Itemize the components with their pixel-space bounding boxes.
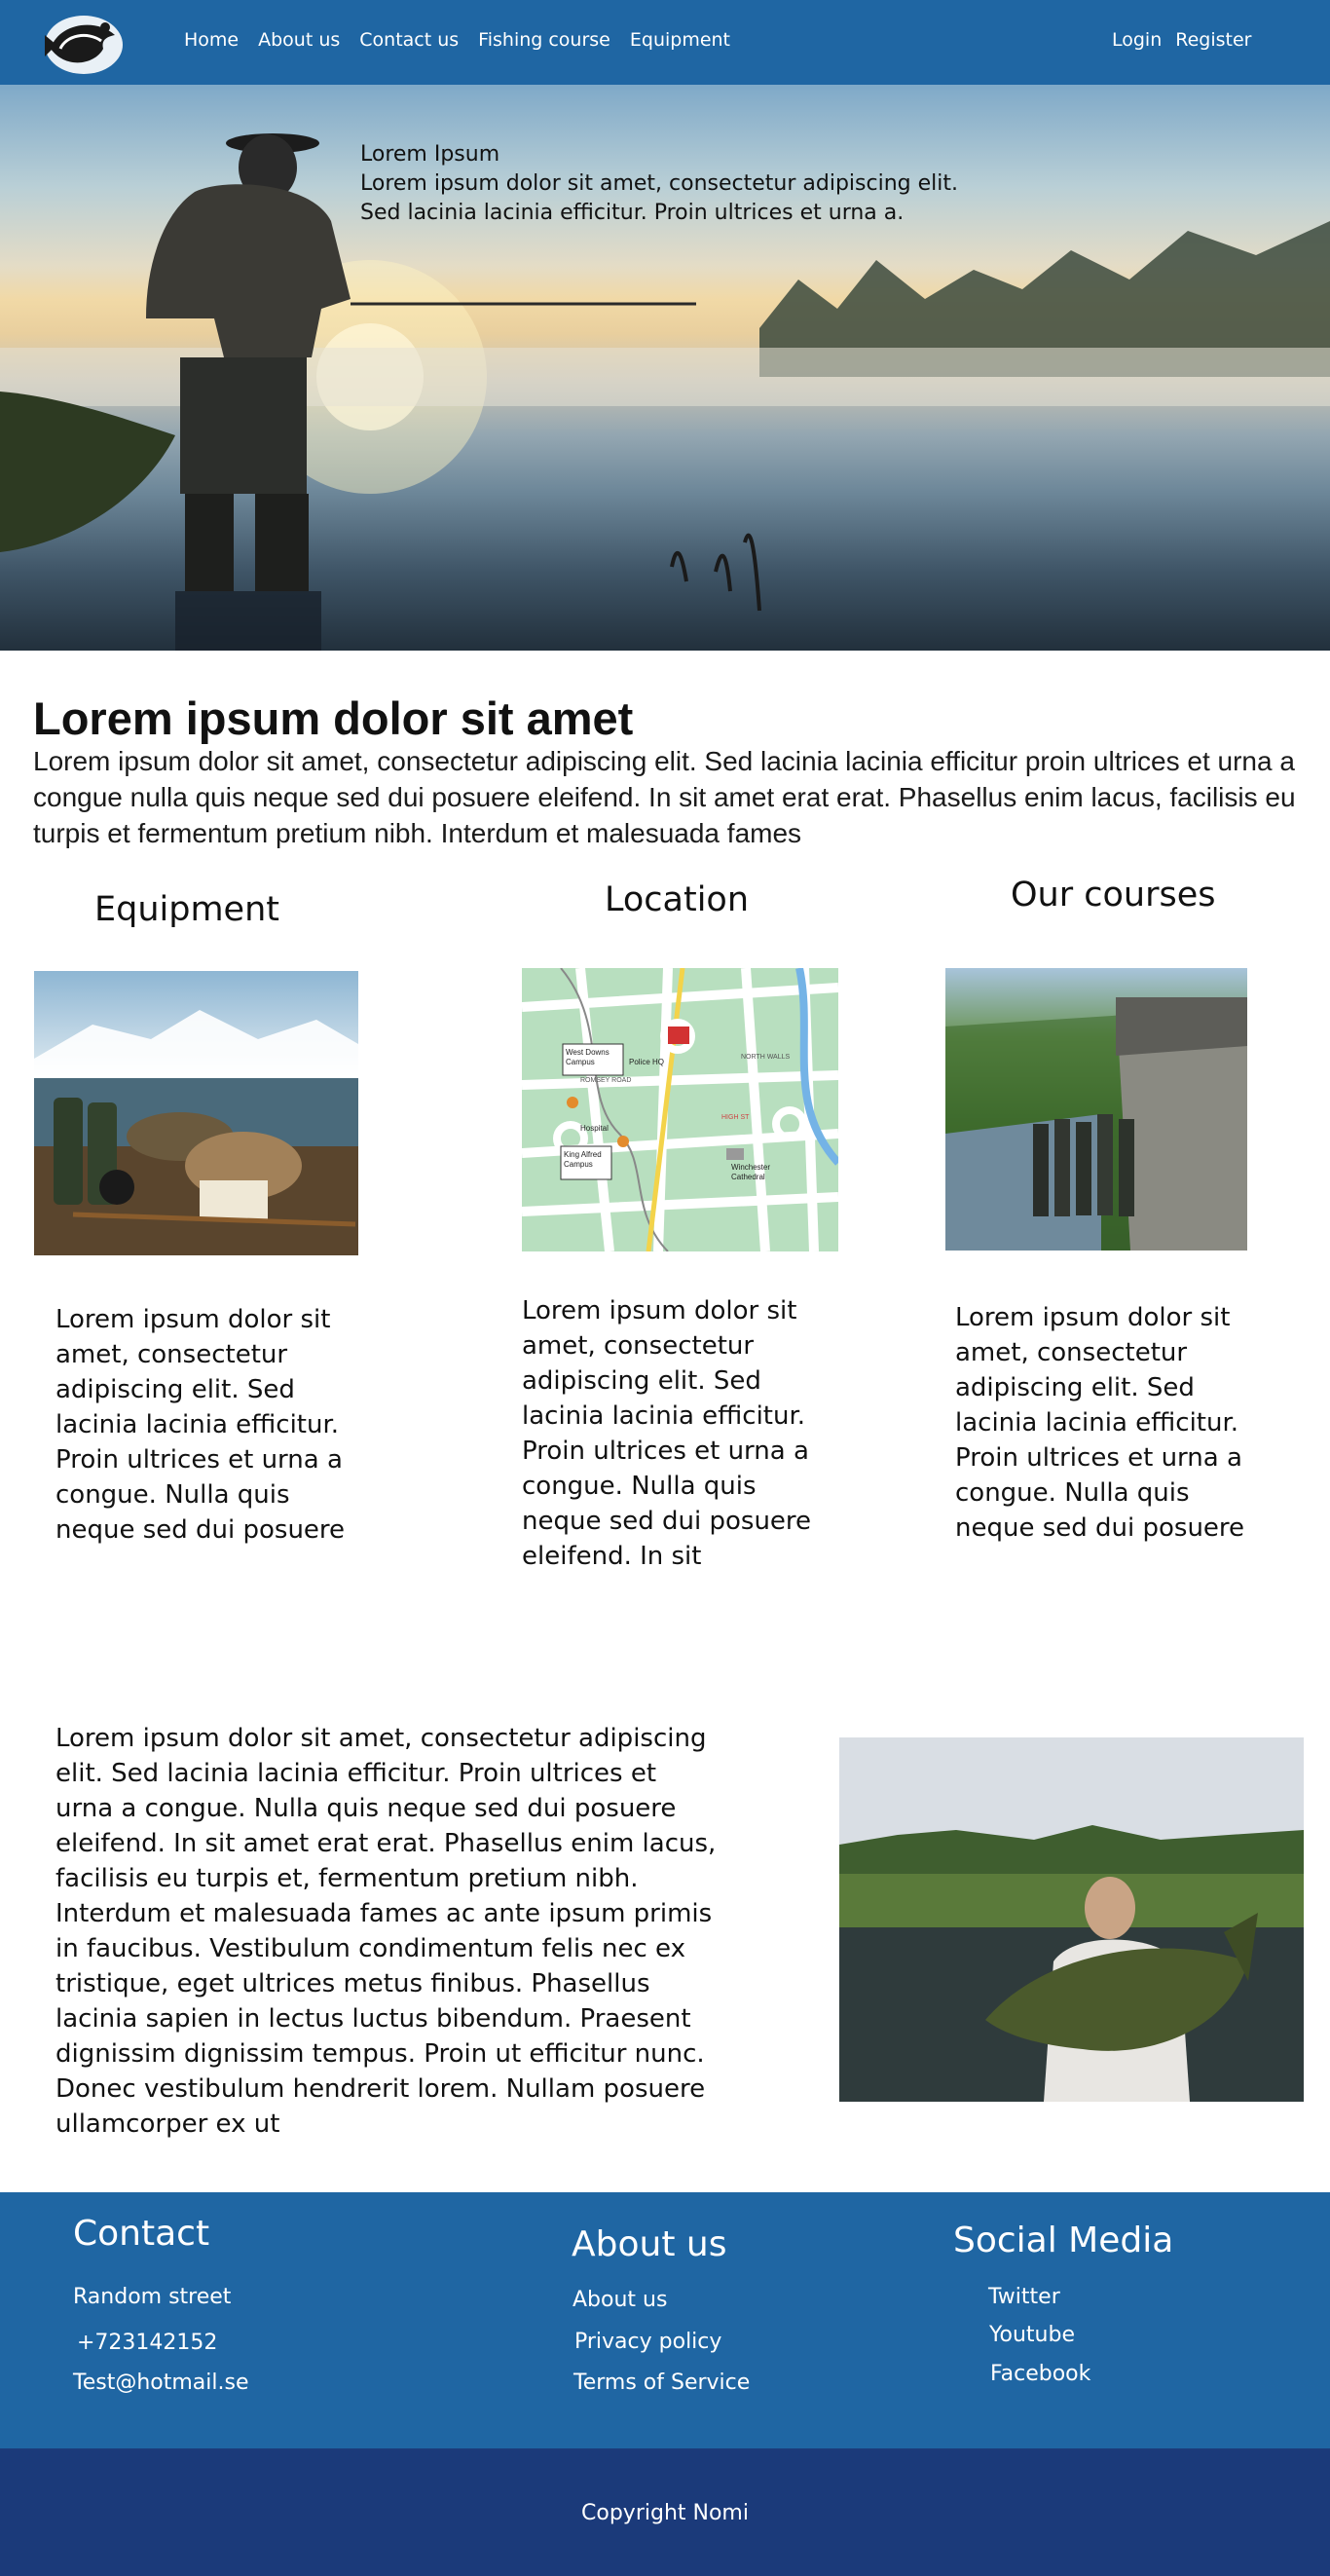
equipment-text: Lorem ipsum dolor sit amet, consectetur …	[55, 1305, 346, 1545]
courses-image[interactable]	[945, 968, 1247, 1251]
angler-with-bass-illustration	[839, 1737, 1304, 2102]
map-illustration	[522, 968, 838, 1251]
nav-contact-link[interactable]: Contact us	[359, 29, 459, 51]
fish-logo-icon[interactable]	[37, 6, 130, 80]
feature-text: Lorem ipsum dolor sit amet, consectetur …	[55, 1724, 717, 2139]
map-label-cathedral: Winchester Cathedral	[731, 1163, 771, 1181]
footer-contact-title: Contact	[73, 2214, 210, 2254]
footer-street: Random street	[73, 2285, 232, 2309]
map-label-hospital: Hospital	[580, 1124, 609, 1133]
intro-title: Lorem ipsum dolor sit amet	[33, 692, 634, 744]
footer-about-title: About us	[572, 2224, 727, 2264]
map-label-high-st: HIGH ST	[721, 1114, 750, 1121]
hero-banner: Lorem Ipsum Lorem ipsum dolor sit amet, …	[0, 85, 1330, 651]
feature-image[interactable]	[839, 1737, 1304, 2102]
hero-line-1: Lorem ipsum dolor sit amet, consectetur …	[360, 171, 958, 196]
map-label-police-hq: Police HQ	[629, 1058, 665, 1066]
footer-email[interactable]: Test@hotmail.se	[73, 2371, 248, 2395]
footer: Contact Random street +723142152 Test@ho…	[0, 2192, 1330, 2448]
equipment-title: Equipment	[94, 890, 279, 929]
intro-text: Lorem ipsum dolor sit amet, consectetur …	[33, 746, 1296, 848]
nav-fishing-course-link[interactable]: Fishing course	[478, 29, 610, 51]
footer-social-title: Social Media	[953, 2221, 1174, 2260]
map-label-king-alfred: King Alfred Campus	[564, 1150, 602, 1169]
navbar: Home About us Contact us Fishing course …	[0, 0, 1330, 85]
copyright-bar: Copyright Nomi	[0, 2448, 1330, 2576]
footer-twitter-link[interactable]: Twitter	[988, 2285, 1060, 2309]
hero-heading: Lorem Ipsum	[360, 142, 500, 167]
courses-title: Our courses	[1011, 876, 1216, 915]
footer-facebook-link[interactable]: Facebook	[990, 2362, 1090, 2386]
nav-home-link[interactable]: Home	[184, 29, 239, 51]
equipment-image[interactable]	[34, 971, 358, 1255]
location-title: Location	[605, 880, 750, 919]
map-label-romsey-road: ROMSEY ROAD	[580, 1077, 632, 1084]
footer-terms-link[interactable]: Terms of Service	[573, 2371, 750, 2395]
footer-phone: +723142152	[77, 2331, 218, 2355]
login-link[interactable]: Login	[1112, 29, 1162, 51]
courses-illustration	[945, 997, 1247, 1251]
equipment-illustration	[34, 1010, 358, 1255]
footer-privacy-link[interactable]: Privacy policy	[574, 2330, 721, 2354]
copyright-text: Copyright Nomi	[581, 2501, 749, 2525]
footer-youtube-link[interactable]: Youtube	[989, 2323, 1075, 2347]
courses-text: Lorem ipsum dolor sit amet, consectetur …	[955, 1303, 1245, 1543]
register-link[interactable]: Register	[1175, 29, 1251, 51]
location-map[interactable]: West Downs Campus Police HQ Hospital Kin…	[522, 968, 838, 1251]
nav-equipment-link[interactable]: Equipment	[630, 29, 730, 51]
map-label-west-downs: West Downs Campus	[566, 1048, 610, 1066]
location-text: Lorem ipsum dolor sit amet, consectetur …	[522, 1296, 812, 1571]
hero-line-2: Sed lacinia lacinia efficitur. Proin ult…	[360, 201, 905, 225]
nav-about-link[interactable]: About us	[258, 29, 340, 51]
footer-about-link[interactable]: About us	[573, 2288, 667, 2312]
map-label-north-walls: NORTH WALLS	[741, 1054, 791, 1061]
